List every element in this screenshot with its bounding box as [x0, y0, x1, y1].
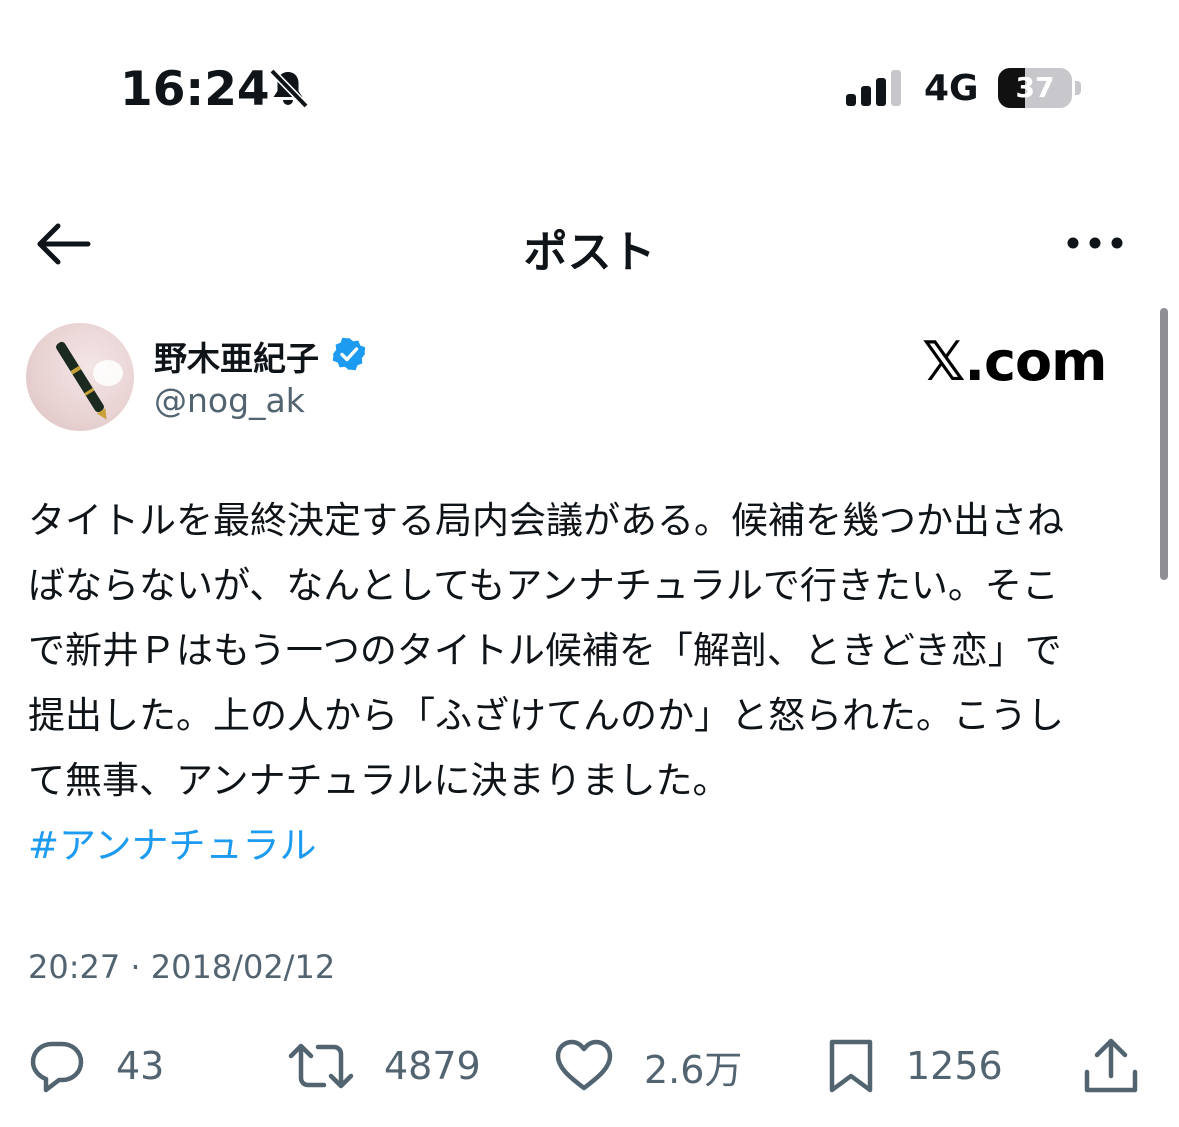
- scrollbar[interactable]: [1160, 308, 1168, 580]
- signal-icon: [846, 70, 901, 106]
- status-time: 16:24: [120, 62, 270, 117]
- like-count: 2.6万: [644, 1047, 743, 1092]
- watermark-logo: 𝕏.com: [922, 330, 1107, 393]
- page-title: ポスト: [523, 227, 656, 278]
- network-type: 4G: [924, 68, 979, 109]
- battery-icon: 37: [998, 68, 1082, 108]
- repost-icon: [288, 1043, 354, 1089]
- bookmark-button[interactable]: 1256: [826, 1036, 1003, 1096]
- like-icon: [555, 1039, 613, 1091]
- bookmark-count: 1256: [906, 1044, 1003, 1088]
- repost-count: 4879: [384, 1044, 481, 1088]
- reply-button[interactable]: 43: [28, 1036, 164, 1096]
- post-text: タイトルを最終決定する局内会議がある。候補を幾つか出さね ばならないが、なんとし…: [28, 499, 1064, 802]
- bell-slash-icon: [269, 68, 309, 109]
- like-button[interactable]: 2.6万: [554, 1036, 742, 1096]
- repost-button[interactable]: 4879: [288, 1036, 481, 1096]
- reply-icon: [30, 1041, 84, 1093]
- avatar[interactable]: [26, 323, 134, 431]
- author-name[interactable]: 野木亜紀子: [154, 332, 319, 380]
- pen-icon: [56, 341, 123, 420]
- author-handle[interactable]: @nog_ak: [154, 381, 305, 420]
- hashtag-link[interactable]: #アンナチュラル: [28, 815, 317, 869]
- share-button[interactable]: [1082, 1036, 1140, 1096]
- share-icon: [1084, 1038, 1138, 1093]
- bookmark-icon: [829, 1039, 873, 1093]
- more-icon[interactable]: [1064, 224, 1126, 262]
- reply-count: 43: [116, 1044, 165, 1088]
- battery-level: 37: [1015, 71, 1055, 104]
- verified-badge-icon: [332, 337, 366, 371]
- post-timestamp[interactable]: 20:27 · 2018/02/12: [28, 948, 335, 986]
